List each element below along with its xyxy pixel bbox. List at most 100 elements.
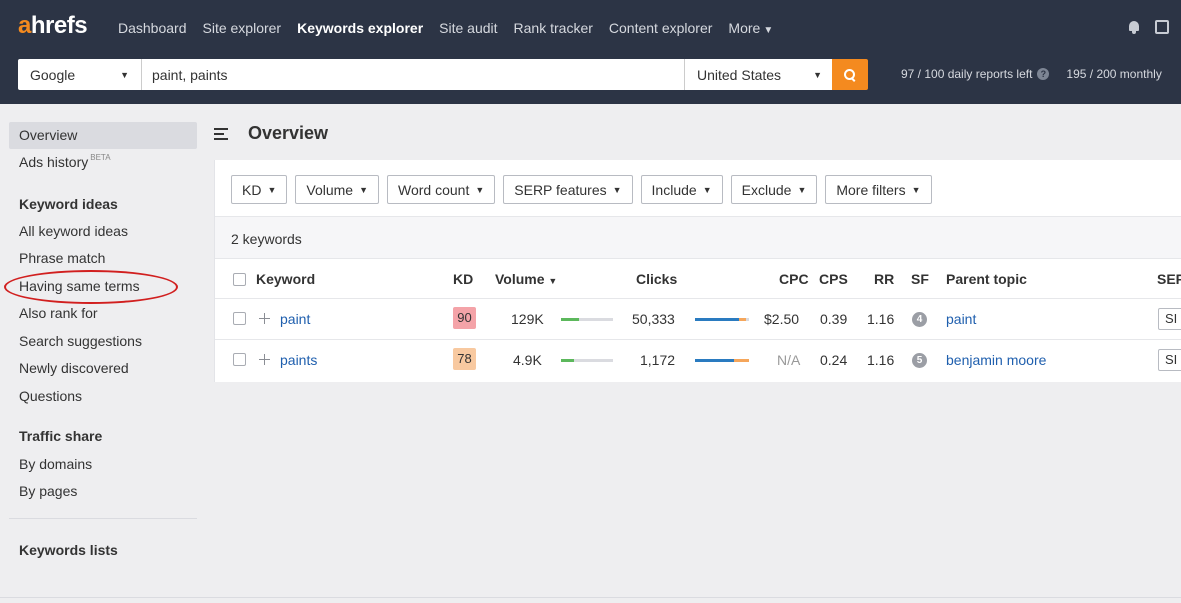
- sidebar-item-newly-discovered[interactable]: Newly discovered: [19, 360, 129, 376]
- sidebar-item-questions[interactable]: Questions: [19, 388, 82, 404]
- daily-quota-text: 97 / 100 daily reports left: [901, 67, 1033, 81]
- volume-bar: [561, 318, 613, 321]
- report-quota: 97 / 100 daily reports left ? 195 / 200 …: [901, 67, 1162, 81]
- serp-features-count-badge[interactable]: 4: [912, 312, 927, 327]
- caret-down-icon: ▼: [359, 184, 368, 195]
- parent-topic-link[interactable]: paint: [946, 311, 976, 327]
- clicks-bar-fill: [695, 318, 740, 321]
- sidebar-item-keywords-lists[interactable]: Keywords lists: [19, 542, 118, 558]
- row-checkbox[interactable]: [233, 353, 246, 366]
- hamburger-menu-icon[interactable]: [214, 127, 228, 140]
- sidebar-item-by-pages[interactable]: By pages: [19, 483, 77, 499]
- clicks-paid-bar-fill: [739, 318, 746, 321]
- column-header-parent-topic[interactable]: Parent topic: [946, 271, 1027, 287]
- volume-value: 129K: [511, 311, 544, 327]
- sidebar-item-search-suggestions[interactable]: Search suggestions: [19, 333, 142, 349]
- traffic-share-heading: Traffic share: [19, 428, 103, 444]
- serp-features-count-badge[interactable]: 5: [912, 353, 927, 368]
- sidebar-item-label: Ads history: [19, 154, 89, 170]
- sort-desc-icon: ▼: [548, 276, 558, 286]
- caret-down-icon: ▼: [267, 184, 277, 195]
- add-to-list-plus-icon[interactable]: [259, 313, 270, 324]
- help-icon[interactable]: ?: [1037, 68, 1050, 80]
- notifications-bell-icon[interactable]: [1127, 20, 1141, 34]
- volume-bar-fill: [561, 359, 574, 362]
- parent-topic-link[interactable]: benjamin moore: [946, 352, 1046, 368]
- sidebar-item-having-same-terms[interactable]: Having same terms: [19, 278, 140, 294]
- filter-label: KD: [242, 181, 262, 198]
- caret-down-icon: ▼: [763, 25, 774, 36]
- messages-icon[interactable]: [1155, 20, 1169, 34]
- caret-down-icon: ▼: [797, 184, 807, 195]
- volume-value: 4.9K: [513, 352, 542, 368]
- column-header-rr[interactable]: RR: [874, 271, 894, 287]
- rr-value: 1.16: [867, 352, 895, 368]
- top-navigation-bar: ahrefs Dashboard Site explorer Keywords …: [0, 0, 1181, 104]
- filters-bar: KD ▼ Volume ▼ Word count ▼ SERP features ▼ I…: [231, 175, 940, 204]
- sidebar-item-overview[interactable]: Overview: [9, 122, 197, 149]
- filter-include[interactable]: Include ▼: [640, 175, 723, 204]
- sidebar-item-by-domains[interactable]: By domains: [19, 456, 92, 472]
- search-button[interactable]: [832, 59, 868, 90]
- filter-word-count[interactable]: Word count ▼: [387, 175, 496, 204]
- sidebar: Overview Ads history BETA Keyword ideas A…: [0, 104, 200, 603]
- sidebar-item-ads-history[interactable]: Ads history BETA: [19, 153, 111, 170]
- column-header-serp[interactable]: SERP: [1157, 271, 1181, 287]
- monthly-quota-text: 195 / 200 monthly: [1066, 67, 1162, 81]
- filter-exclude[interactable]: Exclude ▼: [730, 175, 818, 204]
- select-all-checkbox[interactable]: [233, 273, 246, 286]
- column-header-cpc[interactable]: CPC: [779, 271, 809, 287]
- filter-label: SERP features: [514, 181, 607, 198]
- nav-site-explorer[interactable]: Site explorer: [203, 20, 282, 36]
- country-select[interactable]: United States ▼: [684, 59, 832, 90]
- sidebar-item-all-keyword-ideas[interactable]: All keyword ideas: [19, 223, 128, 239]
- keyword-search-input[interactable]: [142, 59, 684, 90]
- filter-label: Word count: [398, 181, 470, 198]
- clicks-bar: [695, 318, 749, 321]
- rr-value: 1.16: [867, 311, 895, 327]
- keyword-link[interactable]: paint: [280, 311, 310, 327]
- sidebar-item-phrase-match[interactable]: Phrase match: [19, 250, 105, 266]
- ahrefs-logo[interactable]: ahrefs: [18, 12, 88, 40]
- caret-down-icon: ▼: [612, 184, 622, 195]
- page-title: Overview: [248, 123, 329, 143]
- column-header-sf[interactable]: SF: [911, 271, 929, 287]
- caret-down-icon: ▼: [475, 184, 485, 195]
- cpc-value: N/A: [777, 352, 801, 368]
- search-icon: [844, 68, 856, 81]
- filter-label: Volume: [306, 181, 354, 198]
- keyword-link[interactable]: paints: [280, 352, 317, 368]
- column-header-clicks[interactable]: Clicks: [636, 271, 677, 287]
- filter-volume[interactable]: Volume ▼: [295, 175, 379, 204]
- nav-site-audit[interactable]: Site audit: [439, 20, 497, 36]
- row-checkbox[interactable]: [233, 312, 246, 325]
- column-header-keyword[interactable]: Keyword: [256, 271, 315, 287]
- nav-more-menu[interactable]: More ▼: [728, 20, 773, 36]
- keyword-ideas-heading: Keyword ideas: [19, 196, 118, 212]
- search-engine-value: Google: [30, 66, 76, 83]
- volume-bar: [561, 359, 613, 362]
- column-header-cps[interactable]: CPS: [819, 271, 848, 287]
- nav-content-explorer[interactable]: Content explorer: [609, 20, 713, 36]
- nav-rank-tracker[interactable]: Rank tracker: [514, 20, 593, 36]
- filter-serp-features[interactable]: SERP features ▼: [503, 175, 633, 204]
- filter-label: More filters: [836, 181, 906, 198]
- clicks-value: 50,333: [632, 311, 675, 327]
- kd-badge: 90: [453, 307, 476, 329]
- nav-keywords-explorer[interactable]: Keywords explorer: [297, 20, 423, 36]
- filter-kd[interactable]: KD ▼: [231, 175, 288, 204]
- search-engine-select[interactable]: Google ▼: [18, 59, 142, 90]
- column-header-kd[interactable]: KD: [453, 271, 473, 287]
- country-value: United States: [697, 66, 782, 83]
- cps-value: 0.39: [820, 311, 848, 327]
- add-to-list-plus-icon[interactable]: [259, 354, 270, 365]
- sidebar-item-also-rank-for[interactable]: Also rank for: [19, 305, 98, 321]
- clicks-value: 1,172: [640, 352, 676, 368]
- serp-button[interactable]: SI: [1158, 349, 1181, 371]
- column-header-volume[interactable]: Volume ▼: [495, 271, 557, 287]
- clicks-bar-fill: [695, 359, 734, 362]
- results-count-bar: 2 keywords: [215, 216, 1181, 259]
- serp-button[interactable]: SI: [1158, 308, 1181, 330]
- nav-dashboard[interactable]: Dashboard: [118, 20, 187, 36]
- filter-more-filters[interactable]: More filters ▼: [825, 175, 932, 204]
